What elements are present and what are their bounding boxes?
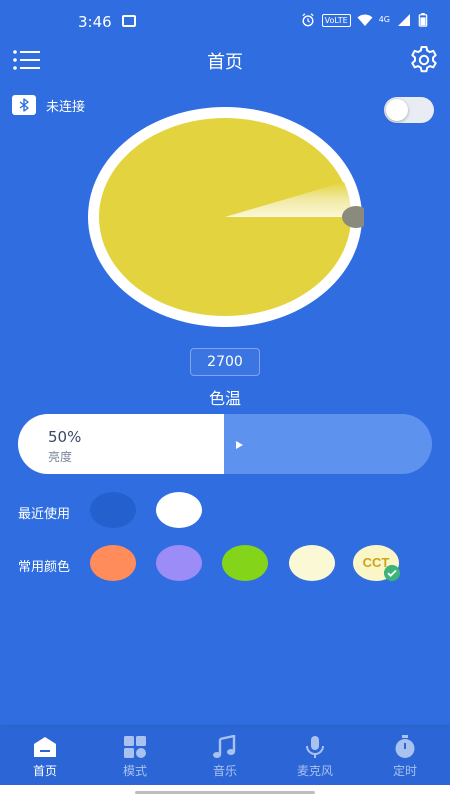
common-color-swatch-4[interactable] <box>289 545 335 581</box>
bluetooth-icon <box>19 98 29 112</box>
home-icon <box>34 737 56 757</box>
common-color-swatch-3[interactable] <box>222 545 268 581</box>
selected-check-icon <box>384 565 400 581</box>
brightness-handle-arrow-icon[interactable] <box>236 441 243 449</box>
nav-label-timer: 定时 <box>392 764 417 778</box>
status-icons: VoLTE 4G <box>300 13 428 27</box>
page-title: 首页 <box>207 52 243 73</box>
temperature-label: 色温 <box>208 389 241 408</box>
network-type-label: 4G <box>378 15 390 24</box>
gallery-notification-icon <box>122 15 136 27</box>
music-icon <box>213 735 236 758</box>
grid-icon <box>124 736 146 758</box>
nav-item-music[interactable]: 音乐 <box>180 727 270 785</box>
recent-colors-label: 最近使用 <box>18 507 71 522</box>
nav-item-microphone[interactable]: 麦克风 <box>270 727 360 785</box>
microphone-icon <box>306 736 324 758</box>
temperature-value-box[interactable]: 2700 <box>190 348 260 376</box>
brightness-slider[interactable]: 50% 亮度 <box>18 414 432 474</box>
power-toggle-knob <box>386 99 408 121</box>
power-toggle[interactable] <box>384 97 434 123</box>
battery-icon <box>418 13 428 27</box>
color-temperature-wheel[interactable] <box>86 106 364 328</box>
connection-status-label: 未连接 <box>46 100 86 115</box>
nav-label-modes: 模式 <box>122 764 147 778</box>
app-screen: 3:46 VoLTE 4G 首页 未连接 2700 色温 50% 亮度 最近使用… <box>0 0 450 800</box>
nav-item-home[interactable]: 首页 <box>0 727 90 785</box>
nav-item-timer[interactable]: 定时 <box>360 727 450 785</box>
common-color-swatch-2[interactable] <box>156 545 202 581</box>
signal-icon <box>398 14 410 26</box>
recent-color-swatch-1[interactable] <box>90 492 136 528</box>
wifi-icon <box>357 14 373 26</box>
bluetooth-button[interactable] <box>12 95 36 115</box>
common-color-swatch-1[interactable] <box>90 545 136 581</box>
settings-gear-icon[interactable] <box>408 44 440 76</box>
home-indicator[interactable] <box>135 791 315 794</box>
nav-item-modes[interactable]: 模式 <box>90 727 180 785</box>
app-header: 首页 <box>0 40 450 80</box>
volte-badge: VoLTE <box>321 13 351 27</box>
status-bar: 3:46 VoLTE 4G <box>0 0 450 40</box>
alarm-icon <box>302 13 314 27</box>
brightness-percent: 50% <box>48 428 82 446</box>
nav-label-home: 首页 <box>32 764 57 778</box>
brightness-label: 亮度 <box>48 450 73 464</box>
bottom-navigation: 首页 模式 音乐 麦克风 定时 <box>0 727 450 785</box>
nav-label-microphone: 麦克风 <box>296 764 333 778</box>
common-colors-label: 常用颜色 <box>18 560 71 575</box>
recent-color-swatch-2[interactable] <box>156 492 202 528</box>
timer-icon <box>395 735 415 758</box>
status-time: 3:46 <box>78 13 112 31</box>
nav-label-music: 音乐 <box>212 764 237 778</box>
